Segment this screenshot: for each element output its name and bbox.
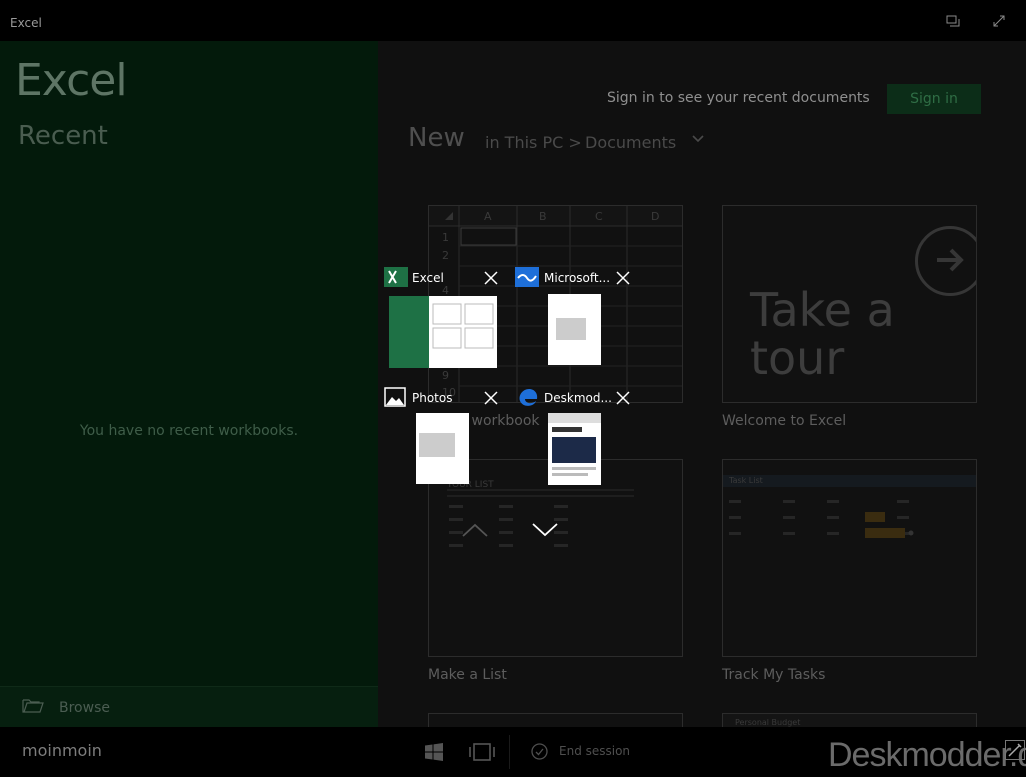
- template-personal-budget[interactable]: Personal Budget: [722, 713, 977, 727]
- close-icon[interactable]: [484, 390, 498, 405]
- app-title-photos[interactable]: Photos: [412, 391, 452, 405]
- tour-text: Take a tour: [750, 283, 895, 385]
- row-header: 2: [442, 249, 449, 262]
- empty-recent-message: You have no recent workbooks.: [79, 423, 299, 439]
- column-header-c: C: [595, 210, 603, 223]
- location-folder[interactable]: Documents: [585, 133, 676, 152]
- close-icon[interactable]: [616, 270, 630, 285]
- template-caption-list: Make a List: [428, 667, 507, 683]
- location-prefix: in This PC >: [485, 133, 582, 152]
- folder-icon: [22, 697, 44, 713]
- chevron-up-icon[interactable]: [461, 522, 491, 542]
- sidebar: Excel Recent You have no recent workbook…: [0, 41, 378, 728]
- taskbar: moinmoin End session Deskmodder.de: [0, 727, 1026, 777]
- photos-window-thumbnail[interactable]: [416, 413, 469, 484]
- microsoft-icon: [515, 267, 539, 287]
- end-session-button[interactable]: End session: [559, 744, 630, 758]
- template-card-partial[interactable]: [428, 713, 683, 727]
- excel-window-thumbnail[interactable]: [389, 296, 497, 368]
- app-title-edge[interactable]: Deskmod...: [544, 391, 612, 405]
- edge-icon: [517, 387, 538, 406]
- microsoft-window-thumbnail[interactable]: [548, 294, 601, 365]
- checkmark-circle-icon[interactable]: [531, 743, 548, 764]
- arrow-circle-icon: [915, 226, 976, 296]
- app-title-excel[interactable]: Excel: [412, 271, 444, 285]
- chevron-down-icon: [692, 135, 704, 143]
- chevron-down-icon[interactable]: [531, 522, 561, 542]
- location-dropdown[interactable]: [691, 129, 705, 148]
- recent-heading: Recent: [18, 121, 108, 151]
- pen-icon[interactable]: [1005, 740, 1025, 764]
- arrow-right-icon: [937, 248, 964, 272]
- template-caption-welcome: Welcome to Excel: [722, 413, 847, 429]
- template-make-a-list[interactable]: YOUR LIST: [428, 459, 683, 657]
- restore-icon[interactable]: [946, 15, 960, 30]
- excel-icon: [384, 267, 408, 287]
- signin-button[interactable]: Sign in: [887, 84, 981, 114]
- main-panel: Sign in to see your recent documents Sig…: [378, 41, 1026, 727]
- user-name: moinmoin: [22, 741, 102, 760]
- column-header-b: B: [539, 210, 547, 223]
- photos-icon: [384, 387, 406, 407]
- edge-window-thumbnail[interactable]: [548, 413, 601, 485]
- template-take-a-tour[interactable]: Take a tour: [722, 205, 977, 403]
- taskbar-divider: [509, 735, 510, 769]
- row-header: 1: [442, 231, 449, 244]
- signin-prompt: Sign in to see your recent documents: [607, 90, 870, 106]
- budget-thumb-title: Personal Budget: [735, 718, 801, 727]
- window-title: Excel: [10, 16, 42, 30]
- title-bar: Excel: [0, 0, 1026, 41]
- app-title-microsoft[interactable]: Microsoft...: [544, 271, 610, 285]
- column-header-d: D: [651, 210, 660, 223]
- template-caption-tasks: Track My Tasks: [722, 667, 826, 683]
- tasks-thumb-title: Task List: [729, 476, 763, 485]
- close-icon[interactable]: [484, 270, 498, 285]
- fullscreen-icon[interactable]: [992, 15, 1006, 30]
- column-header-a: A: [484, 210, 492, 223]
- new-heading: New: [408, 123, 465, 153]
- watermark-text: Deskmodder.de: [828, 736, 1026, 774]
- close-icon[interactable]: [616, 390, 630, 405]
- windows-start-icon[interactable]: [425, 743, 443, 765]
- app-name: Excel: [15, 55, 128, 106]
- task-view-icon[interactable]: [469, 743, 495, 765]
- browse-button[interactable]: Browse: [0, 686, 378, 728]
- browse-label: Browse: [59, 700, 110, 716]
- template-track-my-tasks[interactable]: Task List: [722, 459, 977, 657]
